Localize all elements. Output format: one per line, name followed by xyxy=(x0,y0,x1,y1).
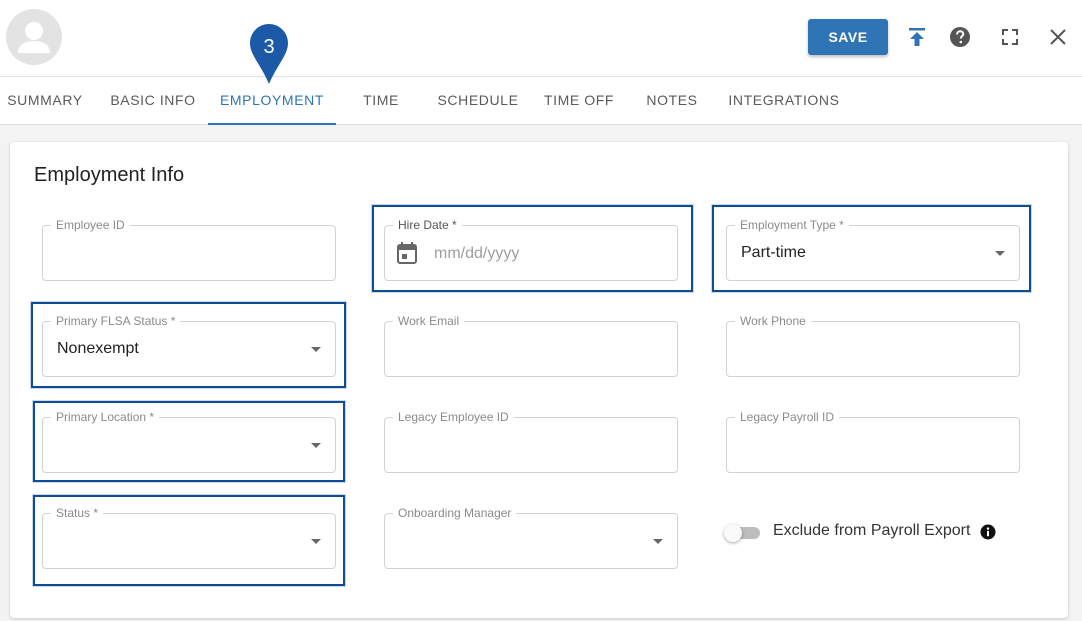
section-title: Employment Info xyxy=(34,164,185,186)
employee-id-field[interactable]: Employee ID xyxy=(42,218,336,281)
tab-integrations[interactable]: INTEGRATIONS xyxy=(724,77,844,125)
tab-time-off[interactable]: TIME OFF xyxy=(538,77,620,125)
hire-date-placeholder: mm/dd/yyyy xyxy=(434,245,520,262)
hire-date-label: Hire Date * xyxy=(393,218,462,232)
work-phone-label: Work Phone xyxy=(735,314,811,328)
chevron-down-icon xyxy=(995,251,1005,256)
hire-date-field[interactable]: Hire Date * mm/dd/yyyy xyxy=(384,218,678,281)
help-icon[interactable] xyxy=(948,25,972,49)
step-marker-number: 3 xyxy=(263,36,275,58)
legacy-employee-id-field[interactable]: Legacy Employee ID xyxy=(384,410,678,473)
status-label: Status * xyxy=(51,506,104,520)
chevron-down-icon xyxy=(311,443,321,448)
save-button[interactable]: SAVE xyxy=(808,19,888,55)
avatar-icon[interactable] xyxy=(6,9,62,65)
primary-location-select[interactable]: Primary Location * xyxy=(42,410,336,473)
tab-notes[interactable]: NOTES xyxy=(640,77,704,125)
work-phone-field[interactable]: Work Phone xyxy=(726,314,1020,377)
tab-time[interactable]: TIME xyxy=(352,77,410,125)
employment-type-value: Part-time xyxy=(741,244,806,261)
employment-type-label: Employment Type * xyxy=(735,218,849,232)
legacy-payroll-id-field[interactable]: Legacy Payroll ID xyxy=(726,410,1020,473)
flsa-status-select[interactable]: Primary FLSA Status * Nonexempt xyxy=(42,314,336,377)
tab-bar: SUMMARY BASIC INFO EMPLOYMENT TIME SCHED… xyxy=(0,77,1082,125)
chevron-down-icon xyxy=(311,539,321,544)
onboarding-manager-label: Onboarding Manager xyxy=(393,506,517,520)
fullscreen-icon[interactable] xyxy=(998,25,1022,49)
legacy-payroll-id-label: Legacy Payroll ID xyxy=(735,410,840,424)
status-select[interactable]: Status * xyxy=(42,506,336,569)
chevron-down-icon xyxy=(311,347,321,352)
tab-basic-info[interactable]: BASIC INFO xyxy=(103,77,203,125)
employee-id-label: Employee ID xyxy=(51,218,130,232)
work-email-label: Work Email xyxy=(393,314,465,328)
chevron-down-icon xyxy=(653,539,663,544)
legacy-employee-id-label: Legacy Employee ID xyxy=(393,410,514,424)
top-bar: SAVE xyxy=(0,0,1082,77)
primary-location-label: Primary Location * xyxy=(51,410,160,424)
info-icon[interactable] xyxy=(980,524,996,540)
flsa-status-label: Primary FLSA Status * xyxy=(51,314,181,328)
exclude-payroll-toggle[interactable] xyxy=(724,524,762,542)
tab-schedule[interactable]: SCHEDULE xyxy=(432,77,524,125)
close-icon[interactable] xyxy=(1046,25,1070,49)
upload-icon[interactable] xyxy=(905,25,929,49)
onboarding-manager-select[interactable]: Onboarding Manager xyxy=(384,506,678,569)
work-email-field[interactable]: Work Email xyxy=(384,314,678,377)
employment-type-select[interactable]: Employment Type * Part-time xyxy=(726,218,1020,281)
calendar-icon[interactable] xyxy=(397,242,417,269)
exclude-payroll-label: Exclude from Payroll Export xyxy=(773,522,971,539)
flsa-status-value: Nonexempt xyxy=(57,340,139,357)
toggle-knob xyxy=(724,524,742,542)
tab-summary[interactable]: SUMMARY xyxy=(0,77,90,125)
